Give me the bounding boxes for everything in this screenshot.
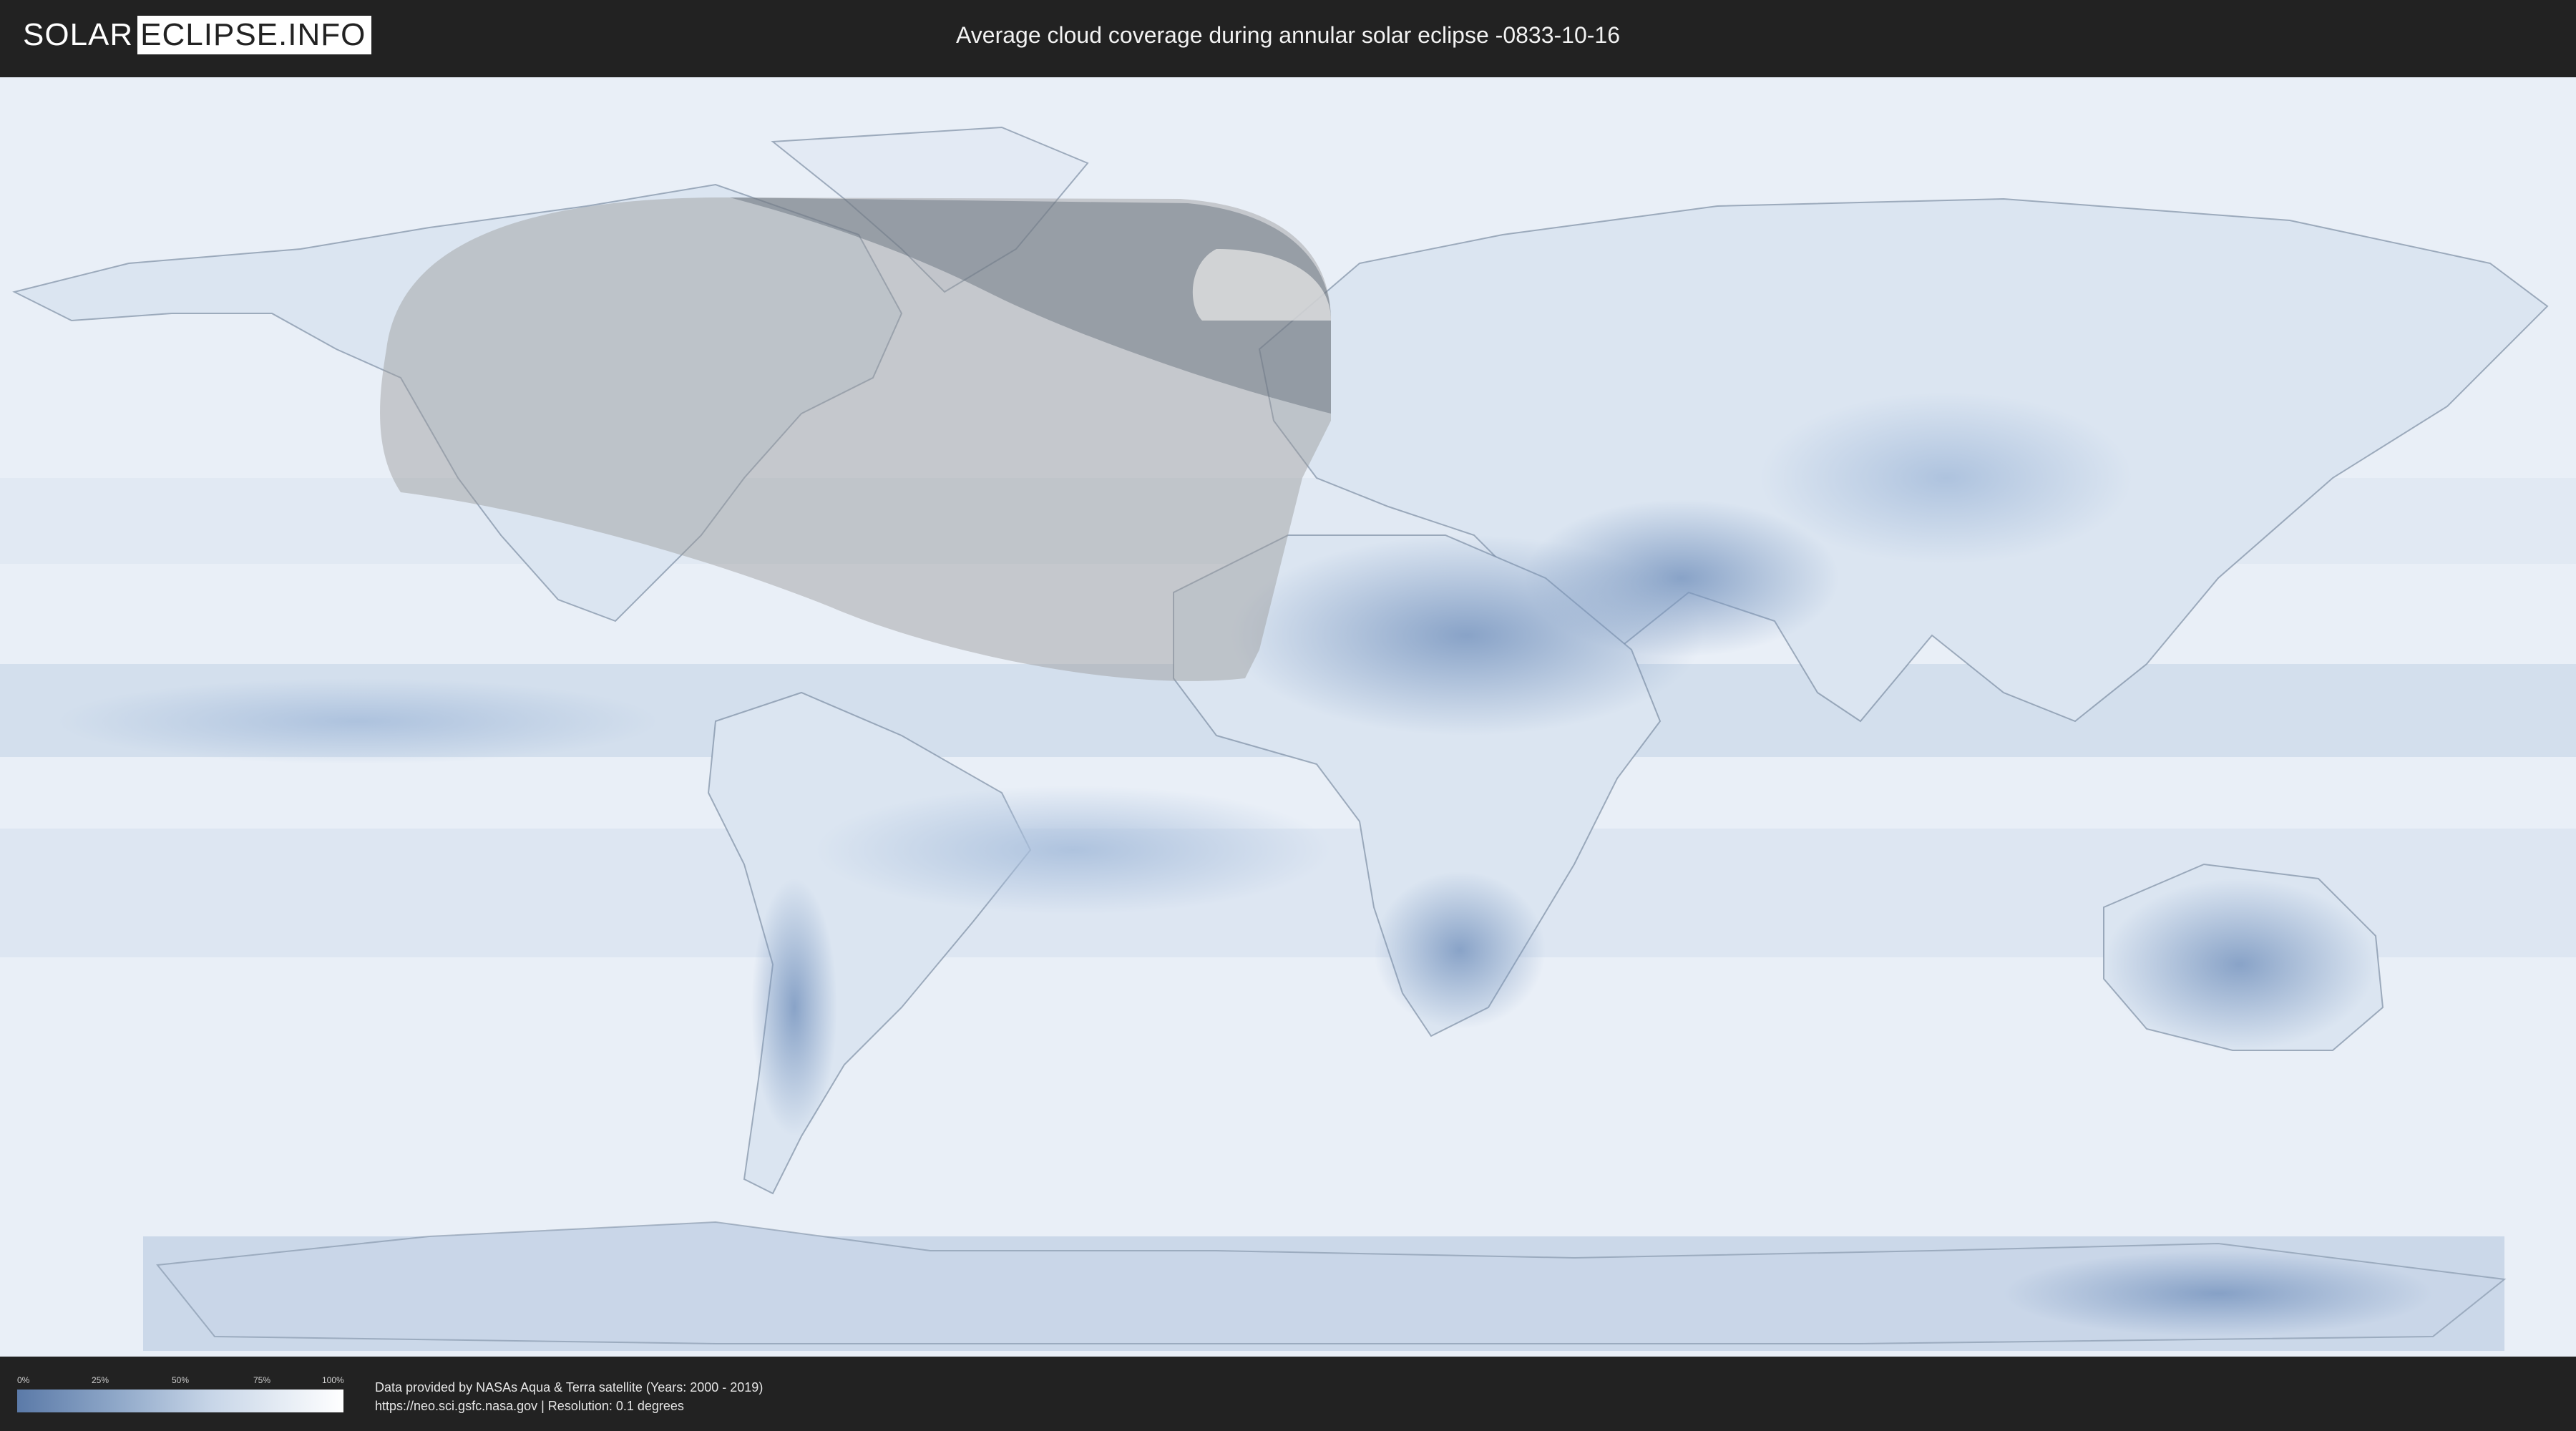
clear-sky-southern-africa	[1374, 871, 1546, 1029]
legend-tick-0: 0%	[17, 1375, 30, 1385]
legend-tick-75: 75%	[253, 1375, 271, 1385]
clear-sky-atlantic-band	[816, 786, 1331, 914]
footer-bar: 0% 25% 50% 75% 100% Data provided by NAS…	[0, 1357, 2576, 1431]
legend-gradient-bar	[17, 1390, 343, 1412]
credit-line-url[interactable]: https://neo.sci.gsfc.nasa.gov | Resoluti…	[375, 1397, 763, 1415]
world-map-svg	[0, 77, 2576, 1357]
credit-line-source: Data provided by NASAs Aqua & Terra sate…	[375, 1380, 763, 1395]
clear-sky-andes	[751, 879, 837, 1136]
legend-tick-50: 50%	[172, 1375, 190, 1385]
cloud-coverage-map[interactable]	[0, 77, 2576, 1357]
clear-sky-tibet	[1760, 392, 2132, 564]
header-bar: SOLAR ECLIPSE.INFO Average cloud coverag…	[0, 0, 2576, 72]
page-title: Average cloud coverage during annular so…	[956, 22, 1620, 48]
clear-sky-pacific-band	[57, 678, 658, 764]
clear-sky-australia	[2104, 879, 2376, 1050]
data-credits: Data provided by NASAs Aqua & Terra sate…	[375, 1378, 763, 1415]
legend-tick-25: 25%	[92, 1375, 109, 1385]
legend-tick-100: 100%	[322, 1375, 344, 1385]
clear-sky-antarctica	[2004, 1251, 2433, 1337]
